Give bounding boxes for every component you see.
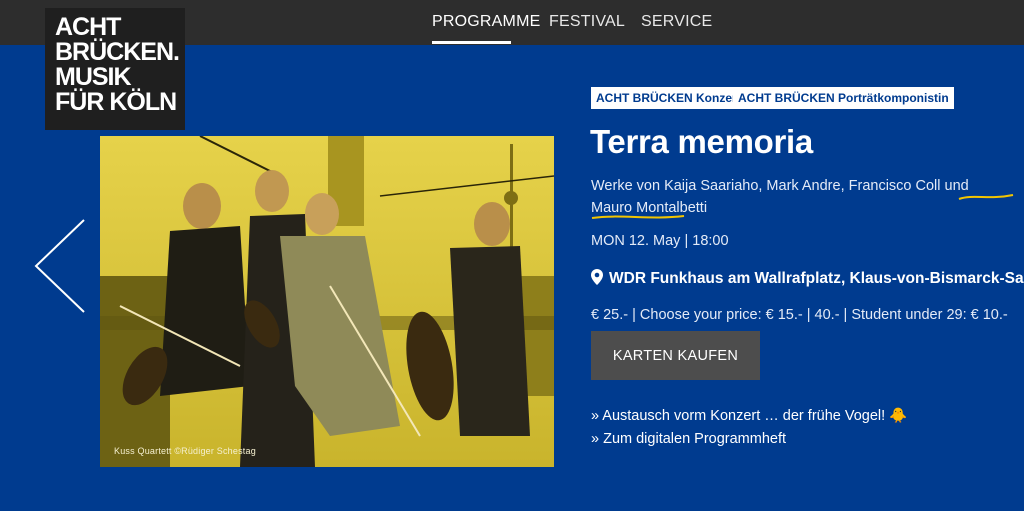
logo-line-3: MUSIK: [55, 63, 132, 91]
nav-programme[interactable]: PROGRAMME: [432, 13, 540, 31]
nav-festival[interactable]: FESTIVAL: [549, 13, 625, 31]
buy-tickets-button[interactable]: KARTEN KAUFEN: [591, 331, 760, 380]
event-links: » Austausch vorm Konzert … der frühe Vog…: [591, 405, 907, 451]
logo-line-4: FÜR KÖLN: [55, 88, 177, 116]
link-digital-program[interactable]: » Zum digitalen Programmheft: [591, 428, 907, 451]
event-photo: Kuss Quartett ©Rüdiger Schestag: [100, 136, 554, 467]
chevron-left-icon[interactable]: [34, 218, 86, 314]
map-pin-icon: [591, 269, 603, 285]
venue-label: WDR Funkhaus am Wallrafplatz, Klaus-von-…: [609, 270, 1024, 287]
site-logo[interactable]: ACHT BRÜCKEN. MUSIK FÜR KÖLN: [45, 8, 185, 130]
highlight-squiggle-1: [958, 194, 1014, 200]
event-venue: WDR Funkhaus am Wallrafplatz, Klaus-von-…: [591, 269, 1024, 288]
event-title: Terra memoria: [590, 123, 813, 160]
nav-active-indicator: [432, 41, 511, 44]
logo-line-2: BRÜCKEN.: [55, 38, 180, 66]
event-date: MON 12. May | 18:00: [591, 233, 729, 249]
nav-service[interactable]: SERVICE: [641, 13, 712, 31]
photo-caption: Kuss Quartett ©Rüdiger Schestag: [114, 446, 256, 456]
tag-portraetkomponistin[interactable]: ACHT BRÜCKEN Porträtkomponistin: [733, 87, 954, 109]
event-prices: € 25.- | Choose your price: € 15.- | 40.…: [591, 307, 1008, 323]
link-pre-concert-talk[interactable]: » Austausch vorm Konzert … der frühe Vog…: [591, 405, 907, 428]
tag-konzert[interactable]: ACHT BRÜCKEN Konzert: [591, 87, 746, 109]
logo-line-1: ACHT: [55, 13, 121, 41]
highlight-squiggle-2: [591, 215, 685, 219]
photo-illustration: [100, 136, 554, 467]
